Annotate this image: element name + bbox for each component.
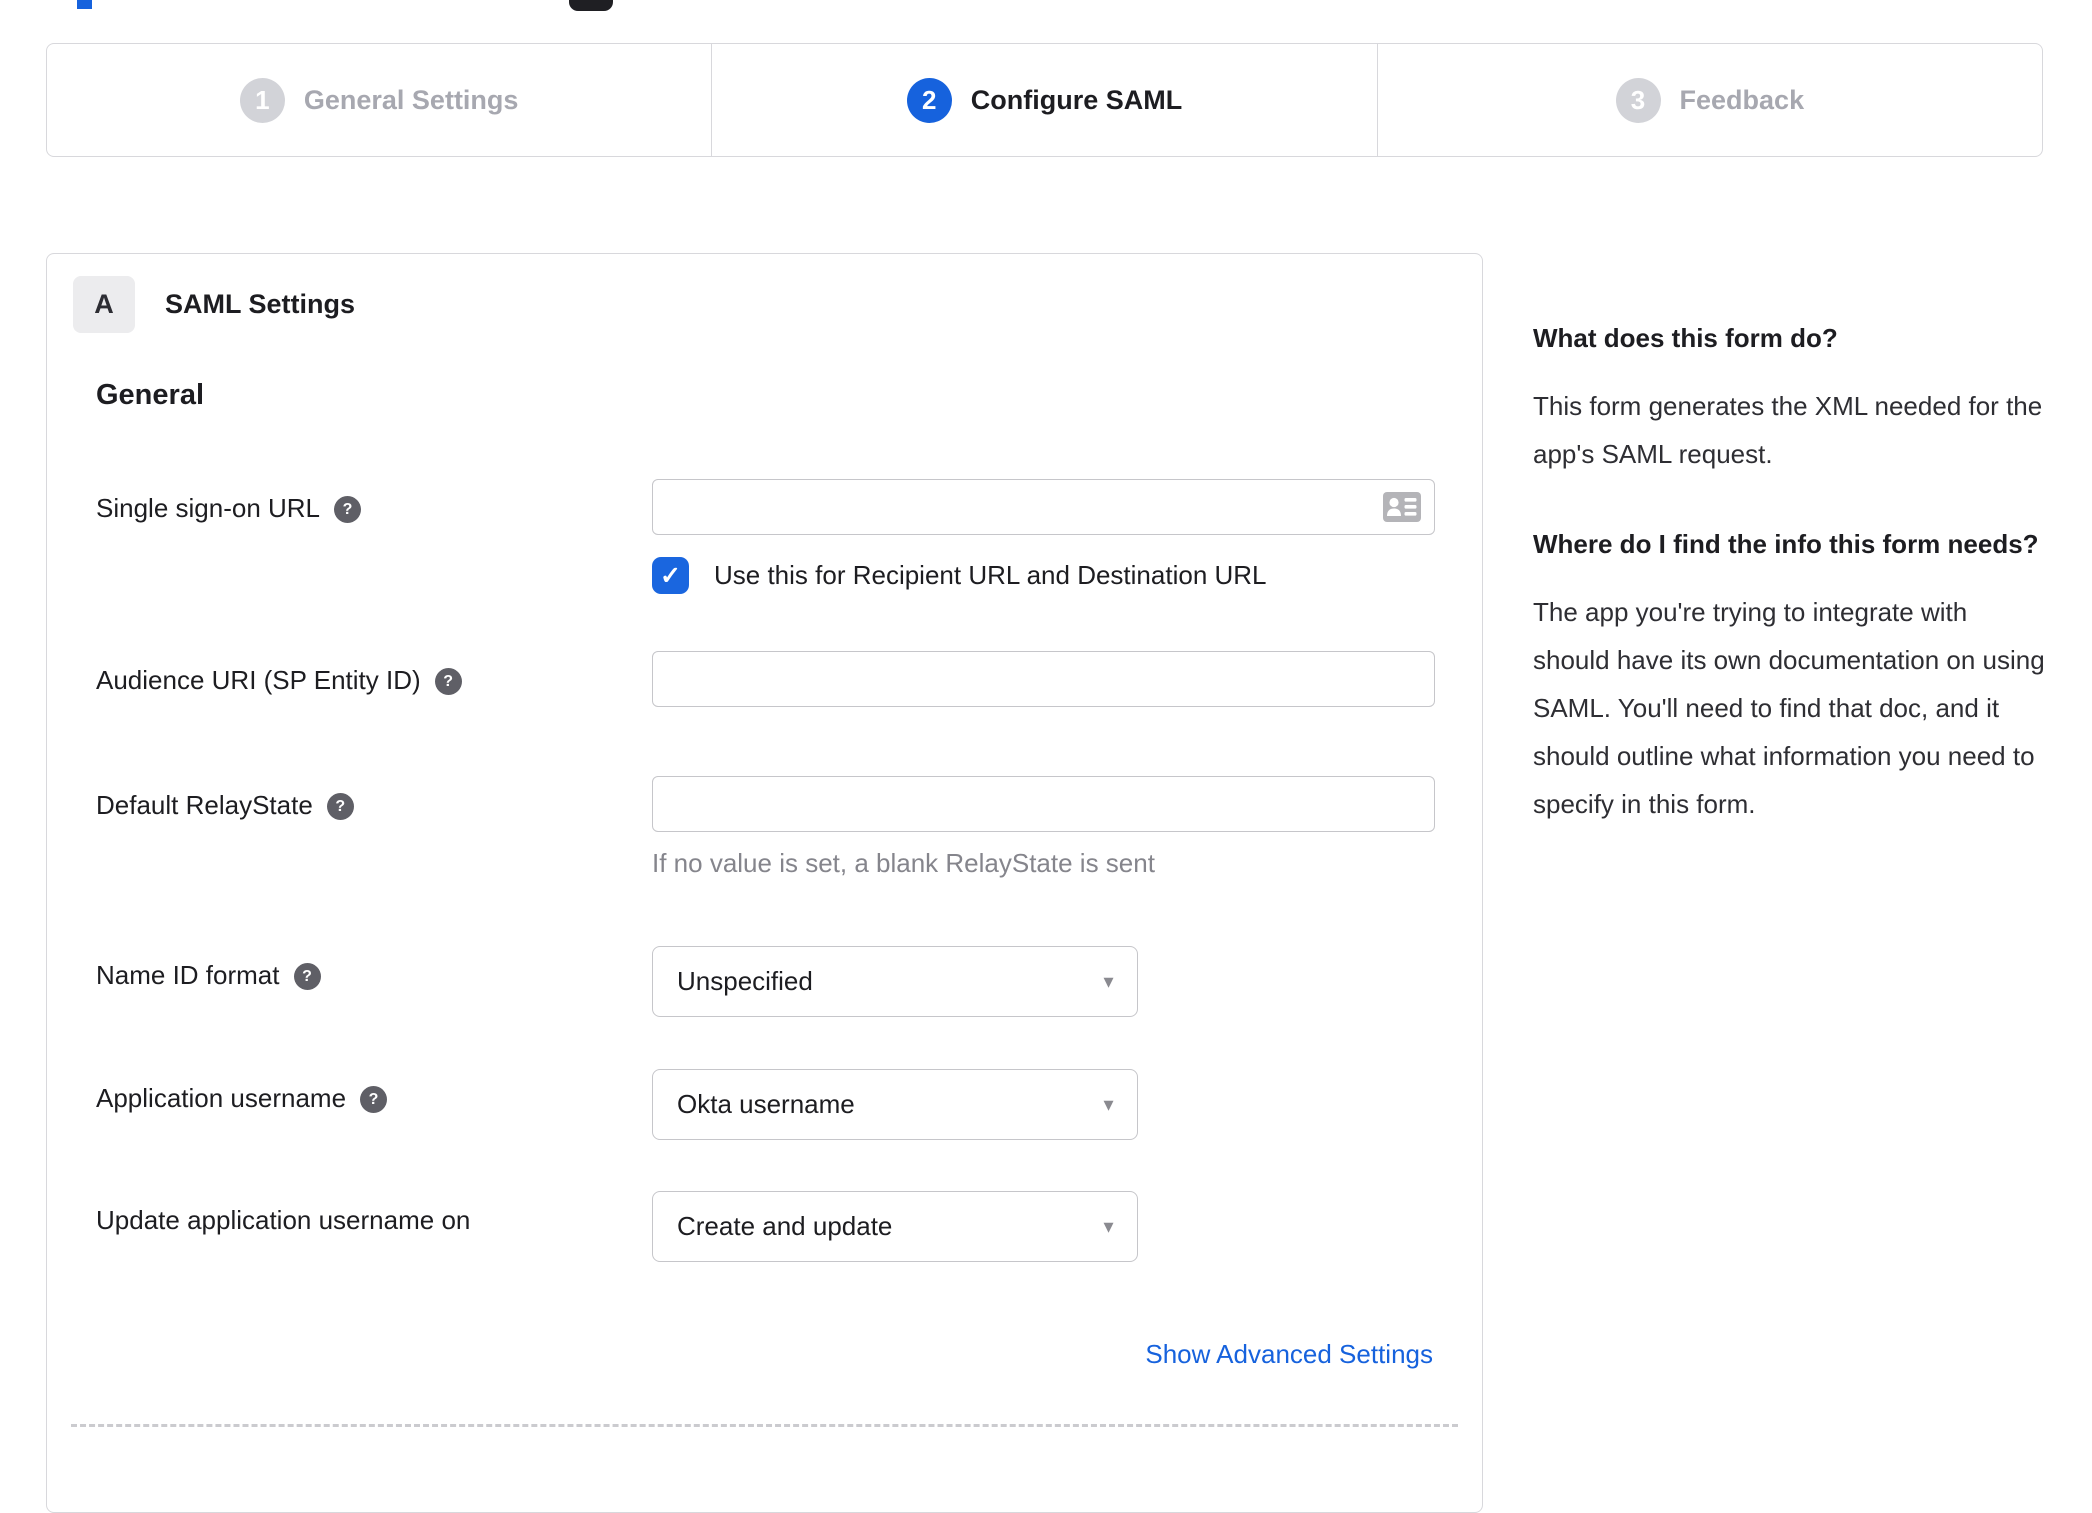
step-3-label: Feedback [1679,84,1805,115]
saml-settings-card: A SAML Settings General Single sign-on U… [46,253,1483,1513]
relay-state-helper-text: If no value is set, a blank RelayState i… [652,848,1155,878]
help-panel: What does this form do? This form genera… [1533,316,2047,828]
audience-uri-row: Audience URI (SP Entity ID) ? [96,651,1435,707]
step-2-label: Configure SAML [970,84,1183,115]
sso-url-input[interactable] [652,479,1435,535]
application-username-row: Application username ? Okta username ▼ [96,1069,1138,1140]
recipient-url-checkbox-row: ✓ Use this for Recipient URL and Destina… [652,557,1267,594]
help-icon[interactable]: ? [326,793,354,820]
help-q1-title: What does this form do? [1533,323,1838,353]
update-username-select[interactable]: Create and update ▼ [652,1191,1138,1262]
name-id-format-value: Unspecified [677,966,813,996]
update-username-label: Update application username on [96,1205,471,1235]
help-icon[interactable]: ? [434,668,462,695]
step-1-circle: 1 [239,77,285,123]
step-configure-saml[interactable]: 2 Configure SAML [711,44,1376,156]
name-id-format-label-wrap: Name ID format ? [96,946,652,991]
wizard-stepper: 1 General Settings 2 Configure SAML 3 Fe… [46,43,2043,157]
application-username-label: Application username [96,1083,347,1113]
relay-state-row: Default RelayState ? [96,776,1435,832]
step-2-circle: 2 [906,77,952,123]
step-1-label: General Settings [303,84,519,115]
sso-url-row: Single sign-on URL ? [96,479,1435,535]
audience-uri-label: Audience URI (SP Entity ID) [96,665,421,695]
cutoff-blue-tab-fragment [77,0,92,9]
name-id-format-row: Name ID format ? Unspecified ▼ [96,946,1138,1017]
name-id-format-label: Name ID format [96,960,280,990]
recipient-url-checkbox[interactable]: ✓ [652,557,689,594]
section-header: A SAML Settings [73,276,355,333]
show-advanced-settings-link[interactable]: Show Advanced Settings [1145,1339,1433,1370]
cutoff-dark-logo-fragment [569,0,613,11]
section-a-badge: A [73,276,135,333]
application-username-label-wrap: Application username ? [96,1069,652,1114]
contact-card-icon [1383,492,1421,522]
help-icon[interactable]: ? [293,963,321,990]
relay-state-label: Default RelayState [96,790,313,820]
help-q2-title: Where do I find the info this form needs… [1533,529,2039,559]
help-q2-body: The app you're trying to integrate with … [1533,597,2045,819]
relay-state-input-wrap [652,776,1435,832]
update-username-value: Create and update [677,1211,893,1241]
relay-state-input[interactable] [652,776,1435,832]
relay-state-label-wrap: Default RelayState ? [96,776,652,821]
help-icon[interactable]: ? [334,496,362,523]
audience-uri-input[interactable] [652,651,1435,707]
chevron-down-icon: ▼ [1100,1095,1117,1114]
audience-uri-input-wrap [652,651,1435,707]
recipient-url-checkbox-label: Use this for Recipient URL and Destinati… [714,560,1267,590]
name-id-format-select[interactable]: Unspecified ▼ [652,946,1138,1017]
section-title: SAML Settings [165,289,356,319]
step-general-settings[interactable]: 1 General Settings [47,44,711,156]
sso-url-label-wrap: Single sign-on URL ? [96,479,652,524]
general-heading: General [96,379,204,411]
application-username-value: Okta username [677,1089,855,1119]
chevron-down-icon: ▼ [1100,1217,1117,1236]
update-username-row: Update application username on Create an… [96,1191,1138,1262]
sso-url-label: Single sign-on URL [96,493,321,523]
application-username-select[interactable]: Okta username ▼ [652,1069,1138,1140]
audience-uri-label-wrap: Audience URI (SP Entity ID) ? [96,651,652,696]
help-q1-body: This form generates the XML needed for t… [1533,391,2043,469]
chevron-down-icon: ▼ [1100,972,1117,991]
update-username-label-wrap: Update application username on [96,1191,652,1236]
sso-url-input-wrap [652,479,1435,535]
help-icon[interactable]: ? [360,1086,388,1113]
step-feedback[interactable]: 3 Feedback [1376,44,2042,156]
step-3-circle: 3 [1615,77,1661,123]
